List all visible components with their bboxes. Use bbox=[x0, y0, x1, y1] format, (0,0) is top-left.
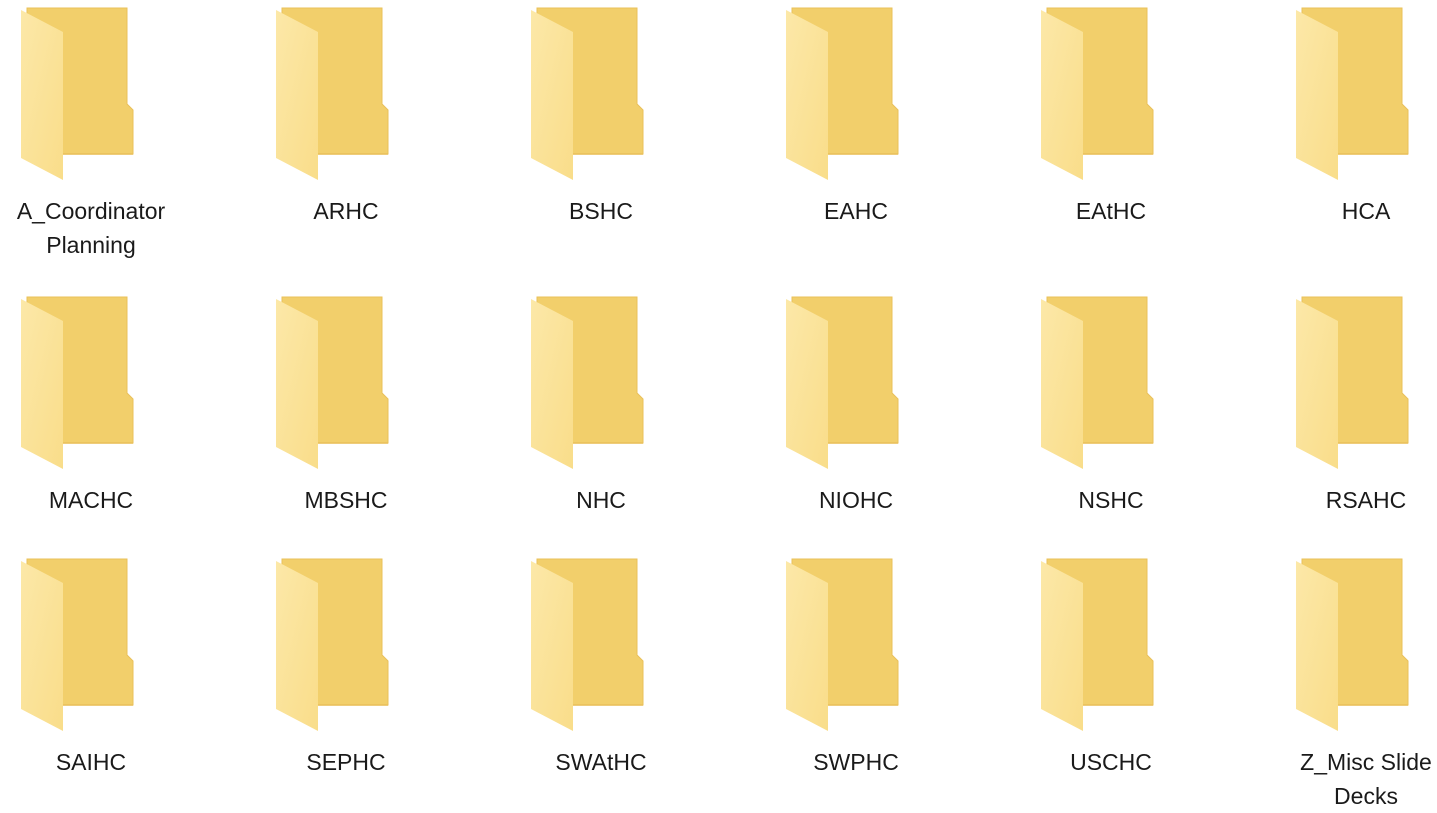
folder-icon bbox=[274, 557, 414, 733]
folder-label: USCHC bbox=[1070, 749, 1152, 775]
folder-icon-graphic bbox=[276, 558, 389, 731]
folder-icon bbox=[1039, 295, 1179, 471]
folder-icon bbox=[19, 557, 159, 733]
folder-label: EAHC bbox=[824, 198, 888, 224]
folder-label: MACHC bbox=[48, 487, 134, 513]
folder-icon-graphic bbox=[1296, 296, 1409, 469]
folder-label: SAIHC bbox=[55, 749, 127, 775]
folder-icon bbox=[784, 6, 924, 182]
folder-label: NHC bbox=[576, 487, 626, 513]
folder-icon bbox=[529, 6, 669, 182]
folder-icon-graphic bbox=[1041, 558, 1154, 731]
folder-icon bbox=[1294, 295, 1434, 471]
folder-icon-graphic bbox=[786, 7, 899, 180]
folder-icon-graphic bbox=[21, 558, 134, 731]
folder-label: Z_Misc Slide Decks bbox=[1300, 749, 1432, 809]
folder-label: NSHC bbox=[1078, 487, 1144, 513]
folder-label: HCA bbox=[1341, 198, 1391, 224]
folder-icon bbox=[1294, 6, 1434, 182]
folder-icon bbox=[1039, 6, 1179, 182]
folder-label: EAtHC bbox=[1075, 198, 1147, 224]
folder-icon-graphic bbox=[276, 296, 389, 469]
folder-icon bbox=[19, 6, 159, 182]
folder-label: ARHC bbox=[313, 198, 379, 224]
folder-icon-graphic bbox=[1041, 296, 1154, 469]
folder-icon-graphic bbox=[786, 558, 899, 731]
folder-icon-graphic bbox=[531, 296, 644, 469]
folder-label: RSAHC bbox=[1325, 487, 1407, 513]
folder-grid: A_Coordinator Planning ARHC BSHC EAHC EA… bbox=[0, 0, 1437, 809]
folder-label: BSHC bbox=[569, 198, 633, 224]
folder-label: SWAtHC bbox=[555, 749, 647, 775]
folder-icon bbox=[1294, 557, 1434, 733]
folder-icon bbox=[784, 557, 924, 733]
folder-icon bbox=[1039, 557, 1179, 733]
folder-label: MBSHC bbox=[304, 487, 388, 513]
folder-icon-graphic bbox=[21, 7, 134, 180]
folder-icon-graphic bbox=[531, 558, 644, 731]
folder-label: SWPHC bbox=[813, 749, 899, 775]
folder-label: NIOHC bbox=[818, 487, 894, 513]
folder-icon bbox=[784, 295, 924, 471]
folder-icon bbox=[274, 6, 414, 182]
folder-icon bbox=[19, 295, 159, 471]
folder-icon bbox=[529, 295, 669, 471]
folder-icon-graphic bbox=[786, 296, 899, 469]
folder-icon-graphic bbox=[1296, 558, 1409, 731]
folder-icon bbox=[274, 295, 414, 471]
folder-label: A_Coordinator Planning bbox=[16, 198, 166, 258]
folder-icon-graphic bbox=[1041, 7, 1154, 180]
folder-label: SEPHC bbox=[306, 749, 386, 775]
folder-icon-graphic bbox=[1296, 7, 1409, 180]
folder-icon-graphic bbox=[21, 296, 134, 469]
folder-icon-graphic bbox=[276, 7, 389, 180]
folder-icon bbox=[529, 557, 669, 733]
folder-icon-graphic bbox=[531, 7, 644, 180]
